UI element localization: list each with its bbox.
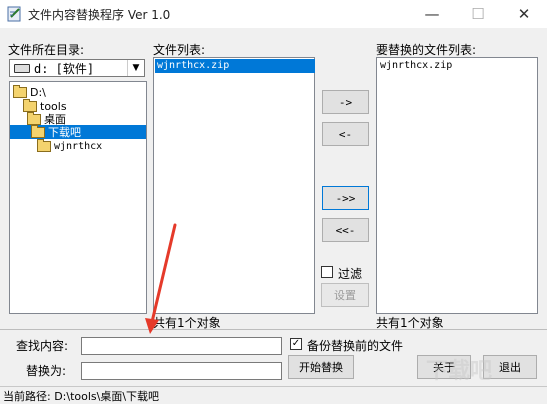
annotation-arrow xyxy=(145,223,177,334)
